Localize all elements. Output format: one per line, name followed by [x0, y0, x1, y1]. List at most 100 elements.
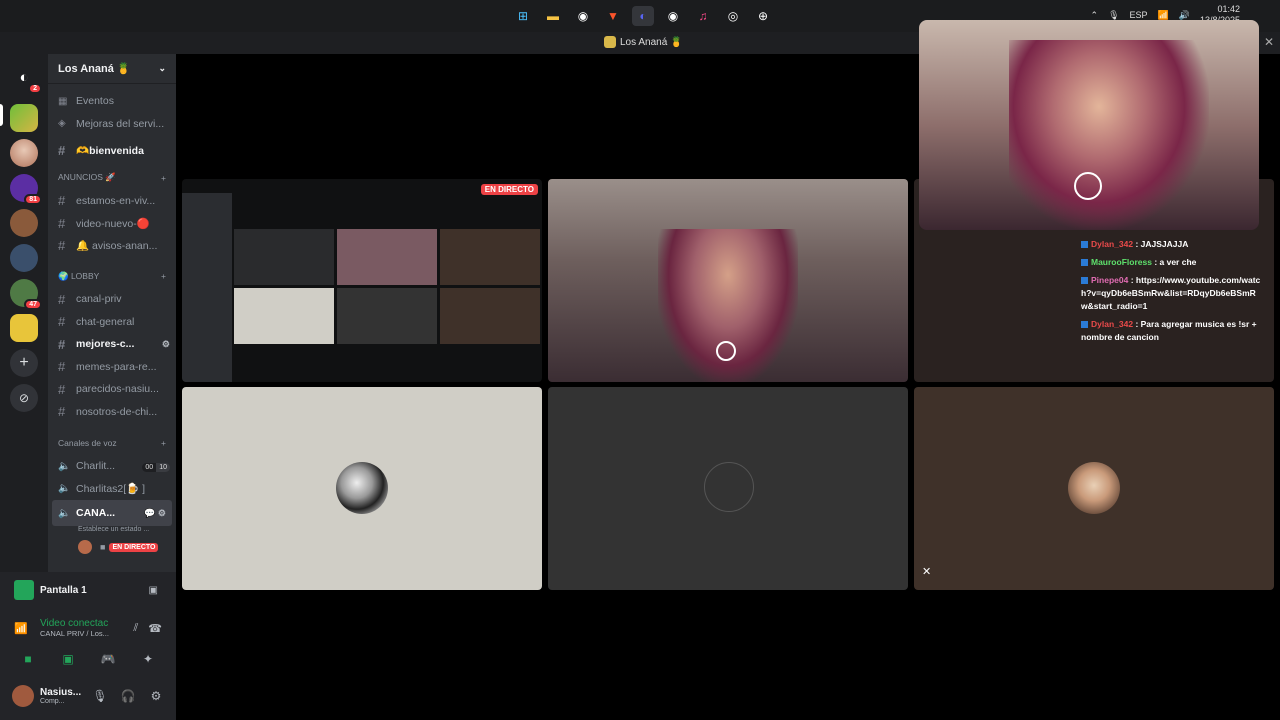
shared-tile [337, 288, 437, 344]
server-avatar-6[interactable]: 47 [10, 279, 42, 310]
webcam-tile[interactable] [548, 179, 908, 382]
channel-item[interactable]: # 🔔 avisos-anan... [48, 235, 176, 258]
voice-connected-sub[interactable]: CANAL PRIV / Los... [40, 629, 109, 638]
activity-button[interactable]: 🎮 [94, 649, 122, 669]
server-avatar-4[interactable] [10, 209, 38, 237]
channel-item[interactable]: # parecidos-nasiu... [48, 378, 176, 401]
server-boosts-item[interactable]: ◈ Mejoras del servi... [48, 113, 176, 136]
server-header[interactable]: Los Ananá 🍍 ⌄ [48, 54, 176, 84]
hash-icon: # [58, 291, 66, 307]
channel-item[interactable]: # mejores-c... ⚙ [48, 333, 176, 356]
add-channel-icon[interactable]: + [161, 173, 166, 183]
category-lobby[interactable]: 🌍 LOBBY + [48, 264, 176, 288]
participant-tile[interactable]: ✕ [914, 387, 1274, 590]
voice-channel-item[interactable]: 🔈 Charlit... 00 10 [48, 455, 176, 478]
add-channel-icon[interactable]: + [161, 271, 166, 281]
participant-tile[interactable] [182, 387, 542, 590]
chevron-up-icon[interactable]: ⌃ [1091, 10, 1099, 21]
channel-item[interactable]: # video-nuevo-🔴 [48, 212, 176, 235]
server-avatar-2[interactable] [10, 139, 38, 167]
windows-start-icon[interactable]: ⊞ [512, 6, 534, 26]
screen-share-icon [14, 580, 34, 600]
channel-item[interactable]: # nosotros-de-chi... [48, 401, 176, 424]
server-los-anana[interactable] [10, 104, 38, 132]
microphone-icon[interactable]: 🎙 [1108, 10, 1119, 21]
channel-item[interactable]: # chat-general [48, 311, 176, 334]
language-indicator[interactable]: ESP [1130, 10, 1148, 20]
chat-message: MaurooFloress : a ver che [1081, 256, 1261, 269]
user-settings-icon[interactable]: ⚙ [142, 686, 170, 706]
add-server-icon[interactable]: + [10, 349, 38, 377]
participant-tile[interactable] [548, 387, 908, 590]
voice-connected-label[interactable]: Video conectac [40, 618, 109, 629]
microphone-icon [716, 341, 736, 361]
itunes-icon[interactable]: ♫ [692, 6, 714, 26]
channel-item[interactable]: # estamos-en-viv... [48, 190, 176, 213]
brave-browser-icon[interactable]: ▼ [602, 6, 624, 26]
user-avatar [78, 540, 92, 555]
speaker-icon: 🔈 [58, 483, 71, 495]
channel-sidebar: Los Ananá 🍍 ⌄ ▦ Eventos ◈ Mejoras del serv… [48, 54, 176, 572]
live-badge: EN DIRECTO [109, 542, 159, 552]
soundboard-button[interactable]: ✦ [134, 649, 162, 669]
shared-tile [337, 229, 437, 285]
close-icon[interactable]: ✕ [1264, 35, 1274, 49]
events-item[interactable]: ▦ Eventos [48, 90, 176, 113]
add-channel-icon[interactable]: + [161, 438, 166, 448]
server-avatar-7[interactable] [10, 314, 38, 342]
mute-microphone-icon[interactable]: 🎙 [86, 686, 114, 706]
noise-suppression-icon[interactable]: ⫽ [133, 622, 138, 635]
server-avatar-5[interactable] [10, 244, 38, 272]
volume-icon[interactable]: 🔊 [1179, 10, 1190, 21]
disconnect-icon[interactable]: ☎ [148, 622, 162, 635]
browser-icon[interactable]: ⊕ [752, 6, 774, 26]
channel-bienvenida[interactable]: # 🫶bienvenida [48, 139, 176, 162]
shared-tile [440, 288, 540, 344]
steam-icon-2[interactable]: ◉ [662, 6, 684, 26]
wifi-icon[interactable]: 📶 [1158, 10, 1169, 21]
game-app-icon[interactable]: ◎ [722, 6, 744, 26]
discord-home-icon[interactable]: ◐ 2 [10, 63, 42, 94]
screen-share-button[interactable]: ▣ [54, 649, 82, 669]
stop-stream-icon[interactable]: ▣ [149, 585, 158, 596]
camera-button[interactable]: ■ [14, 649, 42, 669]
discover-servers-icon[interactable]: ⊘ [10, 384, 38, 412]
file-explorer-icon[interactable]: ▬ [542, 6, 564, 26]
shared-screen-grid [234, 229, 540, 344]
channel-label: 🫶bienvenida [76, 144, 144, 157]
boost-icon: ◈ [58, 118, 66, 130]
deafen-headphones-icon[interactable]: 🎧 [114, 686, 142, 706]
channel-label: chat-general [76, 315, 135, 328]
voice-user-row[interactable]: ■ EN DIRECTO [48, 536, 176, 559]
camera-icon: ■ [100, 542, 106, 553]
voice-channel-actions[interactable]: 💬 ⚙ [144, 508, 172, 519]
boosts-label: Mejoras del servi... [76, 117, 165, 130]
events-label: Eventos [76, 95, 114, 108]
window-title-text: Los Ananá 🍍 [620, 36, 683, 48]
platform-icon [1081, 277, 1088, 285]
category-label: ANUNCIOS 🚀 [58, 172, 116, 182]
screen-share-tile[interactable]: EN DIRECTO [182, 179, 542, 382]
server-avatar-3[interactable]: 81 [10, 174, 42, 205]
server-name: Los Ananá 🍍 [58, 63, 131, 75]
channel-item[interactable]: # memes-para-re... [48, 356, 176, 379]
category-voice[interactable]: Canales de voz + [48, 431, 176, 455]
voice-channel-selected[interactable]: 🔈 CANA... 💬 ⚙ [52, 500, 172, 526]
voice-channel-item[interactable]: 🔈 Charlitas2[🍺 ] [48, 478, 176, 501]
hash-icon: # [58, 142, 66, 158]
settings-icon[interactable]: ⚙ [162, 339, 176, 350]
platform-icon [1081, 321, 1088, 329]
voice-status-text[interactable]: Establece un estado ... [48, 526, 176, 536]
channel-item[interactable]: # canal-priv [48, 288, 176, 311]
discord-taskbar-icon[interactable]: ◐ [632, 6, 654, 26]
user-avatar[interactable] [12, 685, 34, 707]
connection-icon: 📶 [14, 622, 28, 635]
muted-icon: ✕ [922, 566, 932, 578]
screen-share-label: Pantalla 1 [40, 584, 87, 596]
category-anuncios[interactable]: ANUNCIOS 🚀 + [48, 166, 176, 190]
floating-webcam[interactable] [919, 20, 1259, 230]
voice-channel-label: Charlit... [76, 460, 116, 473]
platform-icon [1081, 259, 1088, 267]
channel-label: parecidos-nasiu... [76, 383, 159, 396]
steam-icon[interactable]: ◉ [572, 6, 594, 26]
